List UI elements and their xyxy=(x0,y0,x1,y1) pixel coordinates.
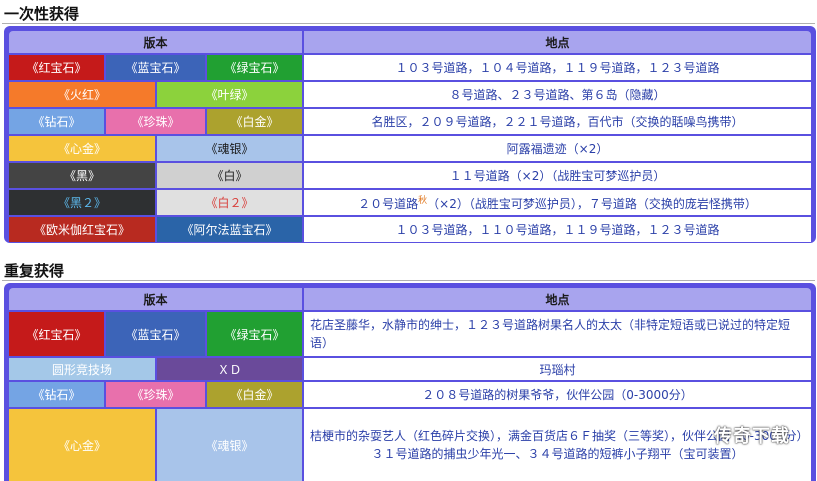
version-colosseum[interactable]: 圆形竞技场 xyxy=(9,358,155,380)
divider xyxy=(2,280,815,281)
location-cell: １１号道路（×2）（战胜宝可梦巡护员） xyxy=(304,163,811,188)
section-title-repeat: 重复获得 xyxy=(4,262,65,280)
location-cell: 名胜区，２０９号道路，２２１号道路，百代市（交换的聒噪鸟携带） xyxy=(304,109,811,134)
version-emerald[interactable]: 《绿宝石》 xyxy=(207,55,303,80)
table-row: 《红宝石》 《蓝宝石》 《绿宝石》 １０３号道路，１０４号道路，１１９号道路，１… xyxy=(9,55,811,80)
location-cell: １０３号道路，１０４号道路，１１９号道路，１２３号道路 xyxy=(304,55,811,80)
version-pearl[interactable]: 《珍珠》 xyxy=(106,109,205,134)
section-title-one-time: 一次性获得 xyxy=(4,5,80,23)
location-cell: 阿露福遗迹（×2） xyxy=(304,136,811,161)
divider xyxy=(2,23,815,24)
version-platinum[interactable]: 《白金》 xyxy=(207,109,303,134)
version-diamond[interactable]: 《钻石》 xyxy=(9,382,104,407)
table-row: 《钻石》 《珍珠》 《白金》 ２０８号道路的树果爷爷，伙伴公园（0-3000分） xyxy=(9,382,811,407)
table-row: 《欧米伽红宝石》 《阿尔法蓝宝石》 １０３号道路，１１０号道路，１１９号道路，１… xyxy=(9,217,811,242)
version-white[interactable]: 《白》 xyxy=(157,163,303,188)
version-firered[interactable]: 《火红》 xyxy=(9,82,155,107)
version-ruby[interactable]: 《红宝石》 xyxy=(9,55,104,80)
version-sapphire[interactable]: 《蓝宝石》 xyxy=(106,55,205,80)
version-emerald[interactable]: 《绿宝石》 xyxy=(207,312,303,356)
version-heartgold[interactable]: 《心金》 xyxy=(9,409,155,481)
location-cell: 玛瑙村 xyxy=(304,358,811,380)
version-black[interactable]: 《黑》 xyxy=(9,163,155,188)
table-row: 《火红》 《叶绿》 ８号道路、２３号道路、第６岛（隐藏） xyxy=(9,82,811,107)
location-cell: １０３号道路，１１０号道路，１１９号道路，１２３号道路 xyxy=(304,217,811,242)
version-white2[interactable]: 《白２》 xyxy=(157,190,303,215)
version-platinum[interactable]: 《白金》 xyxy=(207,382,303,407)
location-text: （×2）（战胜宝可梦巡护员），７号道路（交换的庞岩怪携带） xyxy=(427,197,757,211)
version-black2[interactable]: 《黑２》 xyxy=(9,190,155,215)
column-header-location: 地点 xyxy=(304,31,811,53)
watermark-logo: 传奇下载 xyxy=(714,426,790,447)
table-row: 圆形竞技场 ＸＤ 玛瑙村 xyxy=(9,358,811,380)
version-pearl[interactable]: 《珍珠》 xyxy=(106,382,205,407)
version-sapphire[interactable]: 《蓝宝石》 xyxy=(106,312,205,356)
version-alpha-sapphire[interactable]: 《阿尔法蓝宝石》 xyxy=(157,217,303,242)
location-cell: 花店圣藤华，水静市的绅士，１２３号道路树果名人的太太（非特定短语或已说过的特定短… xyxy=(304,312,811,356)
table-row: 《心金》 《魂银》 阿露福遗迹（×2） xyxy=(9,136,811,161)
version-heartgold[interactable]: 《心金》 xyxy=(9,136,155,161)
one-time-table: 版本 地点 《红宝石》 《蓝宝石》 《绿宝石》 １０３号道路，１０４号道路，１１… xyxy=(4,26,816,243)
table-row: 《黑》 《白》 １１号道路（×2）（战胜宝可梦巡护员） xyxy=(9,163,811,188)
location-text: ２０号道路 xyxy=(358,197,419,211)
version-soulsilver[interactable]: 《魂银》 xyxy=(157,409,303,481)
table-row: 《钻石》 《珍珠》 《白金》 名胜区，２０９号道路，２２１号道路，百代市（交换的… xyxy=(9,109,811,134)
version-leafgreen[interactable]: 《叶绿》 xyxy=(157,82,303,107)
table-row: 《黑２》 《白２》 ２０号道路秋（×2）（战胜宝可梦巡护员），７号道路（交换的庞… xyxy=(9,190,811,215)
table-row: 《红宝石》 《蓝宝石》 《绿宝石》 花店圣藤华，水静市的绅士，１２３号道路树果名… xyxy=(9,312,811,356)
version-omega-ruby[interactable]: 《欧米伽红宝石》 xyxy=(9,217,155,242)
season-autumn-marker: 秋 xyxy=(418,196,428,206)
column-header-version: 版本 xyxy=(9,288,303,310)
version-ruby[interactable]: 《红宝石》 xyxy=(9,312,104,356)
table-row: 《心金》 《魂银》 桔梗市的杂耍艺人（红色碎片交换），满金百货店６Ｆ抽奖（三等奖… xyxy=(9,409,811,481)
version-soulsilver[interactable]: 《魂银》 xyxy=(157,136,303,161)
location-cell: ２０８号道路的树果爷爷，伙伴公园（0-3000分） xyxy=(304,382,811,407)
column-header-version: 版本 xyxy=(9,31,303,53)
version-diamond[interactable]: 《钻石》 xyxy=(9,109,104,134)
repeat-table: 版本 地点 《红宝石》 《蓝宝石》 《绿宝石》 花店圣藤华，水静市的绅士，１２３… xyxy=(4,283,816,481)
location-cell: ８号道路、２３号道路、第６岛（隐藏） xyxy=(304,82,811,107)
version-xd[interactable]: ＸＤ xyxy=(157,358,303,380)
column-header-location: 地点 xyxy=(304,288,811,310)
location-cell: ２０号道路秋（×2）（战胜宝可梦巡护员），７号道路（交换的庞岩怪携带） xyxy=(304,190,811,215)
